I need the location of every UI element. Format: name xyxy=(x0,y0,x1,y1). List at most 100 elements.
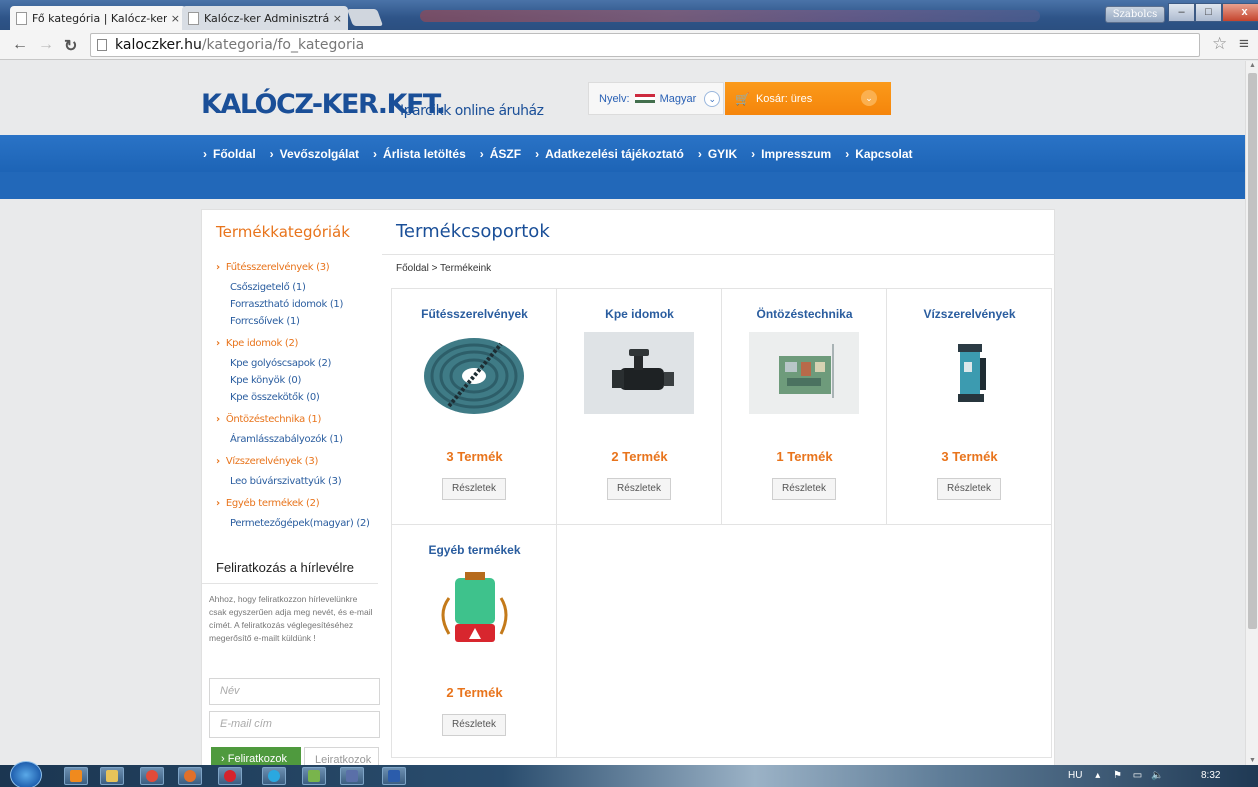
close-window-button[interactable]: x xyxy=(1222,3,1258,22)
browser-tab-inactive[interactable]: Kalócz-ker Adminisztráció × xyxy=(182,6,348,30)
address-bar[interactable]: kaloczker.hu/kategoria/fo_kategoria xyxy=(90,33,1200,57)
network-icon[interactable]: ▭ xyxy=(1133,770,1142,781)
product-group-card[interactable]: Vízszerelvények 3 Termék Részletek xyxy=(887,289,1052,525)
group-name[interactable]: Vízszerelvények xyxy=(887,307,1052,321)
taskbar-explorer-icon[interactable] xyxy=(100,767,124,785)
product-group-card[interactable]: Öntözéstechnika 1 Termék Részletek xyxy=(722,289,887,525)
language-indicator[interactable]: HU xyxy=(1068,770,1082,781)
breadcrumb-home[interactable]: Főoldal xyxy=(396,263,429,274)
start-button[interactable] xyxy=(10,761,42,787)
details-button[interactable]: Részletek xyxy=(442,714,506,736)
profile-user-badge[interactable]: Szabolcs xyxy=(1105,6,1165,23)
category-item[interactable]: › Kpe idomok (2) xyxy=(216,338,381,358)
subscribe-button[interactable]: › Feliratkozok xyxy=(211,747,301,765)
language-value: Magyar xyxy=(659,92,697,105)
group-name[interactable]: Kpe idomok xyxy=(557,307,722,321)
email-field[interactable]: E-mail cím xyxy=(209,711,380,738)
nav-item-aszf[interactable]: › ÁSZF xyxy=(480,147,521,161)
taskbar-word-icon[interactable] xyxy=(382,767,406,785)
nav-item-kapcsolat[interactable]: › Kapcsolat xyxy=(845,147,912,161)
subcategory-item[interactable]: Kpe golyóscsapok (2) xyxy=(216,358,381,375)
subcategory-item[interactable]: Forrasztható idomok (1) xyxy=(216,299,381,316)
url-path: /kategoria/fo_kategoria xyxy=(201,37,365,53)
web-page: KALÓCZ-KER.KFT. Iparcikk online áruház N… xyxy=(0,61,1245,765)
submersible-pump-image[interactable] xyxy=(914,332,1024,414)
category-item[interactable]: › Vízszerelvények (3) xyxy=(216,456,381,476)
details-button[interactable]: Részletek xyxy=(772,478,836,500)
name-field[interactable]: Név xyxy=(209,678,380,705)
language-selector[interactable]: Nyelv: Magyar ⌄ xyxy=(588,82,724,115)
product-group-card[interactable]: Egyéb termékek 2 Termék Részletek xyxy=(392,525,557,757)
subcategory-item[interactable]: Forrcsőívek (1) xyxy=(216,316,381,338)
category-item[interactable]: › Fűtésszerelvények (3) xyxy=(216,262,381,282)
subcategory-item[interactable]: Kpe könyök (0) xyxy=(216,375,381,392)
tray-expand-icon[interactable]: ▴ xyxy=(1095,770,1100,781)
taskbar-paint-icon[interactable] xyxy=(302,767,326,785)
minimize-button[interactable]: – xyxy=(1168,3,1195,22)
browser-tab-active[interactable]: Fő kategória | Kalócz-ker × xyxy=(10,6,186,30)
page-favicon-icon xyxy=(16,11,27,25)
pipe-insulation-coil-image[interactable] xyxy=(419,332,529,414)
product-group-card[interactable]: Fűtésszerelvények 3 Termék Részletek xyxy=(392,289,557,525)
forward-arrow-icon[interactable]: → xyxy=(38,36,54,54)
group-name[interactable]: Öntözéstechnika xyxy=(722,307,887,321)
breadcrumb: Főoldal > Termékeink xyxy=(396,263,491,274)
backpack-sprayer-image[interactable] xyxy=(419,568,529,650)
volume-icon[interactable]: 🔈 xyxy=(1151,770,1163,781)
category-item[interactable]: › Egyéb termékek (2) xyxy=(216,498,381,518)
taskbar-chrome-icon[interactable] xyxy=(140,767,164,785)
reload-icon[interactable]: ↻ xyxy=(64,36,77,56)
product-group-card[interactable]: Kpe idomok 2 Termék Részletek xyxy=(557,289,722,525)
chevron-down-icon[interactable]: ⌄ xyxy=(861,90,877,106)
taskbar-media-player-icon[interactable] xyxy=(64,767,88,785)
chevron-down-icon[interactable]: ⌄ xyxy=(704,90,721,107)
category-list: › Fűtésszerelvények (3) Csőszigetelő (1) … xyxy=(216,262,381,535)
details-button[interactable]: Részletek xyxy=(937,478,1001,500)
newsletter-text: Ahhoz, hogy feliratkozzon hírlevelünkre … xyxy=(209,594,373,643)
action-center-flag-icon[interactable]: ⚑ xyxy=(1113,770,1122,781)
group-count: 1 Termék xyxy=(776,449,833,464)
taskbar-firefox-icon[interactable] xyxy=(178,767,202,785)
browser-menu-icon[interactable]: ≡ xyxy=(1239,34,1249,54)
nav-item-adatkezeles[interactable]: › Adatkezelési tájékoztató xyxy=(535,147,684,161)
site-tagline: Iparcikk online áruház xyxy=(400,103,544,119)
nav-item-vevoszolgalat[interactable]: › Vevőszolgálat xyxy=(270,147,359,161)
controller-board-image[interactable] xyxy=(749,332,859,414)
windows-taskbar: HU ▴ ⚑ ▭ 🔈 8:32 xyxy=(0,761,1258,787)
category-item[interactable]: › Öntözéstechnika (1) xyxy=(216,414,381,434)
blurred-title-area xyxy=(420,10,1040,22)
nav-item-arlista[interactable]: › Árlista letöltés xyxy=(373,147,466,161)
tab-close-icon[interactable]: × xyxy=(333,12,342,25)
ball-valve-image[interactable] xyxy=(584,332,694,414)
new-tab-button[interactable] xyxy=(346,9,384,26)
scroll-down-arrow-icon[interactable]: ▼ xyxy=(1249,757,1256,764)
taskbar-save-icon[interactable] xyxy=(340,767,364,785)
subcategory-item[interactable]: Leo búvárszivattyúk (3) xyxy=(216,476,381,498)
subcategory-item[interactable]: Permetezőgépek(magyar) (2) xyxy=(216,518,381,535)
subcategory-item[interactable]: Kpe összekötők (0) xyxy=(216,392,381,414)
scrollbar-thumb[interactable] xyxy=(1248,73,1257,629)
taskbar-skype-icon[interactable] xyxy=(262,767,286,785)
bookmark-star-icon[interactable]: ☆ xyxy=(1212,34,1227,54)
taskbar-opera-icon[interactable] xyxy=(218,767,242,785)
subcategory-item[interactable]: Áramlásszabályozók (1) xyxy=(216,434,381,456)
cart-dropdown[interactable]: 🛒 Kosár: üres ⌄ xyxy=(725,82,891,115)
maximize-button[interactable]: □ xyxy=(1195,3,1222,22)
window-titlebar: Fő kategória | Kalócz-ker × Kalócz-ker A… xyxy=(0,0,1258,30)
nav-item-fooldal[interactable]: › Főoldal xyxy=(203,147,256,161)
group-name[interactable]: Egyéb termékek xyxy=(392,543,557,557)
unsubscribe-button[interactable]: Leiratkozok xyxy=(304,747,379,765)
group-name[interactable]: Fűtésszerelvények xyxy=(392,307,557,321)
group-count: 2 Termék xyxy=(446,685,503,700)
tab-label: Kalócz-ker Adminisztráció xyxy=(204,11,329,25)
subcategory-item[interactable]: Csőszigetelő (1) xyxy=(216,282,381,299)
scroll-up-arrow-icon[interactable]: ▲ xyxy=(1249,62,1256,69)
nav-item-impresszum[interactable]: › Impresszum xyxy=(751,147,831,161)
tab-close-icon[interactable]: × xyxy=(171,12,180,25)
details-button[interactable]: Részletek xyxy=(607,478,671,500)
details-button[interactable]: Részletek xyxy=(442,478,506,500)
back-arrow-icon[interactable]: ← xyxy=(12,36,28,54)
page-scrollbar[interactable]: ▲ ▼ xyxy=(1245,61,1258,765)
nav-item-gyik[interactable]: › GYIK xyxy=(698,147,737,161)
clock[interactable]: 8:32 xyxy=(1201,770,1220,781)
